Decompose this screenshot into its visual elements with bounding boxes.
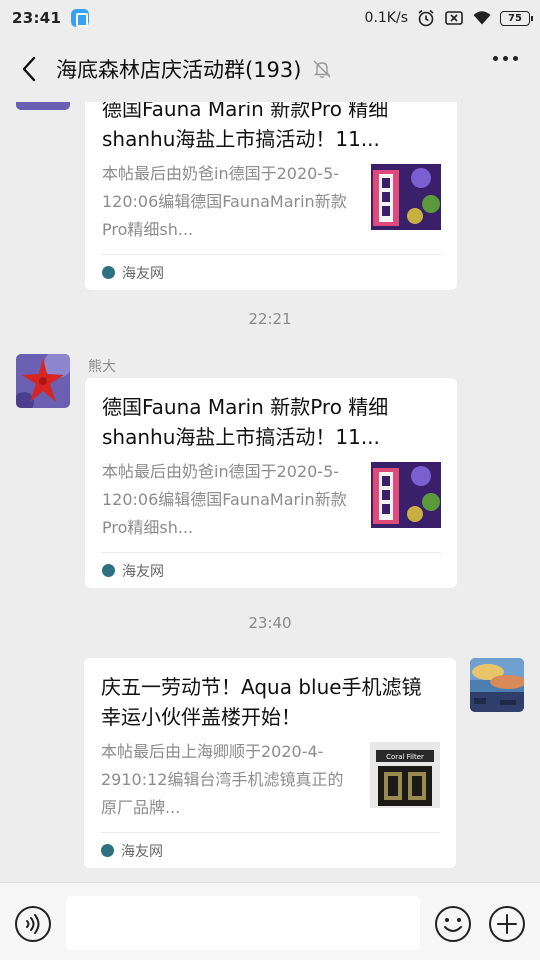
input-bar <box>0 882 540 960</box>
emoji-icon[interactable] <box>434 905 472 943</box>
card-title: 德国Fauna Marin 新款Pro 精细shanhu海盐上市搞活动！11..… <box>102 395 389 449</box>
source-logo-icon <box>102 266 115 279</box>
source-name: 海友网 <box>121 843 163 860</box>
time-separator: 22:21 <box>248 310 292 328</box>
chat-title: 海底森林店庆活动群(193) <box>56 58 302 82</box>
app-notification-icon <box>71 9 90 27</box>
no-sim-icon <box>445 11 463 25</box>
card-thumbnail <box>371 462 441 528</box>
message-list[interactable]: 德国Fauna Marin 新款Pro 精细shanhu海盐上市搞活动！11..… <box>0 102 540 882</box>
time-separator: 23:40 <box>248 614 292 632</box>
link-card[interactable]: 德国Fauna Marin 新款Pro 精细shanhu海盐上市搞活动！11..… <box>85 378 457 588</box>
status-bar: 23:41 0.1K/s 75 <box>0 0 540 36</box>
back-button[interactable] <box>14 49 44 89</box>
source-name: 海友网 <box>122 563 164 580</box>
source-name: 海友网 <box>122 265 164 282</box>
status-time: 23:41 <box>12 9 62 27</box>
card-description: 本帖最后由上海卿顺于2020-4-2910:12编辑台湾手机滤镜真正的原厂品牌.… <box>101 742 344 817</box>
card-description: 本帖最后由奶爸in德国于2020-5-120:06编辑德国FaunaMarin新… <box>102 462 347 537</box>
back-arrow-icon <box>22 56 36 82</box>
link-card[interactable]: 庆五一劳动节！Aqua blue手机滤镜幸运小伙伴盖楼开始！ 本帖最后由上海卿顺… <box>84 658 456 868</box>
chat-header: 海底森林店庆活动群(193) <box>0 36 540 102</box>
sender-name: 熊大 <box>88 359 116 375</box>
avatar[interactable] <box>16 102 70 110</box>
mute-bell-icon <box>313 60 331 78</box>
alarm-icon <box>418 9 434 27</box>
avatar[interactable] <box>470 658 524 712</box>
more-icon <box>493 56 498 61</box>
more-button[interactable] <box>493 56 518 61</box>
card-source: 海友网 <box>101 832 440 868</box>
card-thumbnail <box>371 164 441 230</box>
card-source: 海友网 <box>102 552 441 588</box>
card-title: 庆五一劳动节！Aqua blue手机滤镜幸运小伙伴盖楼开始！ <box>101 675 422 729</box>
source-logo-icon <box>102 564 115 577</box>
network-speed: 0.1K/s <box>364 10 408 26</box>
card-description: 本帖最后由奶爸in德国于2020-5-120:06编辑德国FaunaMarin新… <box>102 164 347 239</box>
card-thumbnail: Coral Filter <box>370 742 440 808</box>
thumbnail-label: Coral Filter <box>386 753 424 761</box>
voice-icon[interactable] <box>14 905 52 943</box>
message-input[interactable] <box>66 896 420 950</box>
plus-icon[interactable] <box>488 905 526 943</box>
link-card[interactable]: 德国Fauna Marin 新款Pro 精细shanhu海盐上市搞活动！11..… <box>85 102 457 290</box>
battery-icon: 75 <box>500 10 533 26</box>
source-logo-icon <box>101 844 114 857</box>
card-title: 德国Fauna Marin 新款Pro 精细shanhu海盐上市搞活动！11..… <box>102 102 389 151</box>
avatar[interactable] <box>16 354 70 408</box>
wifi-icon <box>473 11 491 25</box>
card-source: 海友网 <box>102 254 441 290</box>
